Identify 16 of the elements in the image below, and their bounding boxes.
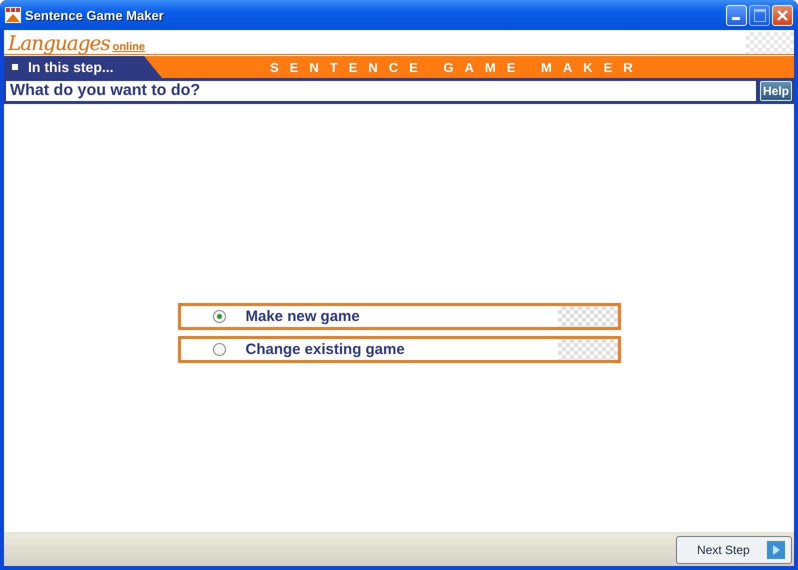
radio-button[interactable] <box>212 310 226 323</box>
option-item[interactable]: Make new game <box>178 303 620 330</box>
radio-button[interactable] <box>212 343 226 356</box>
logo: Languages online <box>6 32 145 54</box>
maximize-button[interactable] <box>749 4 770 26</box>
close-icon <box>776 8 789 22</box>
question-text: What do you want to do? <box>10 82 200 100</box>
checker-pattern <box>746 32 794 54</box>
minimize-button[interactable] <box>726 4 747 26</box>
banner-title: SENTENCE GAME MAKER <box>270 60 644 74</box>
window-title: Sentence Game Maker <box>25 8 165 22</box>
close-button[interactable] <box>772 4 793 26</box>
app-icon <box>5 7 21 23</box>
next-step-button[interactable]: Next Step <box>676 536 792 564</box>
help-button[interactable]: Help <box>760 81 792 101</box>
option-item[interactable]: Change existing game <box>178 336 620 363</box>
